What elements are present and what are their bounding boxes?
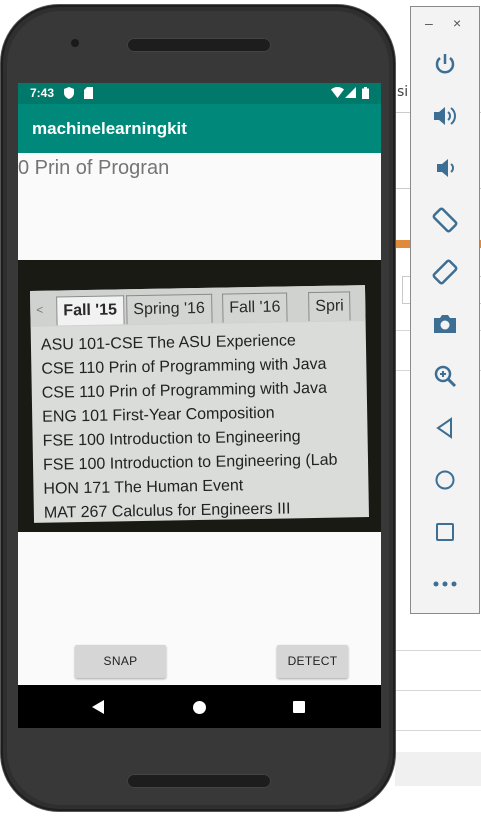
home-icon[interactable]	[179, 685, 219, 728]
status-bar: 7:43	[18, 83, 381, 104]
front-camera	[71, 39, 79, 47]
divider	[395, 650, 481, 651]
overview-icon[interactable]	[411, 511, 479, 551]
signal-icon	[345, 87, 356, 101]
phone-screen: 7:43 machinelearningkit 0 Prin of Progra…	[18, 83, 381, 728]
photo-course-line: ASU 101-CSE The ASU Experience	[40, 332, 297, 354]
app-title: machinelearningkit	[32, 119, 187, 138]
bottom-speaker	[127, 774, 271, 788]
shield-icon	[64, 87, 74, 102]
status-time: 7:43	[30, 86, 55, 100]
close-button[interactable]: ×	[453, 15, 461, 31]
camera-icon[interactable]	[411, 303, 479, 343]
minimize-button[interactable]: –	[425, 15, 433, 31]
android-nav-bar	[18, 685, 381, 728]
emulator-toolbar: – ×	[410, 6, 480, 614]
photo-course-line: CSE 110 Prin of Programming with Java	[41, 355, 327, 378]
rotate-right-icon[interactable]	[411, 251, 479, 291]
photo-course-line: HON 171 The Human Event	[43, 477, 244, 498]
captured-photo: < Fall '15 Spring '16 Fall '16 Spri ASU …	[18, 260, 381, 532]
photo-screen-content: < Fall '15 Spring '16 Fall '16 Spri ASU …	[30, 285, 369, 523]
back-icon[interactable]	[78, 685, 118, 728]
snap-button[interactable]: SNAP	[75, 645, 166, 678]
photo-tab: Spring '16	[126, 293, 213, 325]
rotate-left-icon[interactable]	[411, 199, 479, 239]
top-speaker	[127, 38, 271, 52]
background-panel-footer	[395, 752, 481, 786]
background-text: si	[397, 84, 409, 100]
home-icon[interactable]	[411, 459, 479, 499]
zoom-icon[interactable]	[411, 355, 479, 395]
photo-course-line: CSE 110 Prin of Programming with Java	[41, 379, 328, 402]
photo-tab: Fall '16	[222, 292, 288, 323]
result-text: 0 Prin of Progran	[18, 157, 170, 179]
photo-tab: Fall '15	[56, 295, 125, 326]
photo-tabbar: < Fall '15 Spring '16 Fall '16 Spri	[30, 285, 366, 327]
photo-course-line: FSE 100 Introduction to Engineering (Lab	[42, 451, 338, 474]
photo-course-line: ENG 101 First-Year Composition	[42, 404, 275, 426]
photo-course-line: MAT 267 Calculus for Engineers III	[43, 500, 291, 522]
more-icon[interactable]	[411, 563, 479, 603]
photo-course-line: FSE 100 Introduction to Engineering	[42, 428, 301, 450]
chevron-left-icon: <	[36, 302, 44, 317]
photo-tab: Spri	[308, 291, 352, 322]
battery-icon	[362, 87, 369, 102]
power-icon[interactable]	[411, 43, 479, 83]
wifi-icon	[331, 87, 344, 101]
divider	[395, 690, 481, 691]
detect-button[interactable]: DETECT	[277, 645, 348, 678]
sd-card-icon	[84, 87, 93, 102]
volume-up-icon[interactable]	[411, 95, 479, 135]
divider	[395, 730, 481, 731]
recents-icon[interactable]	[279, 685, 319, 728]
back-icon[interactable]	[411, 407, 479, 447]
app-bar: machinelearningkit	[18, 104, 381, 153]
volume-down-icon[interactable]	[411, 147, 479, 187]
